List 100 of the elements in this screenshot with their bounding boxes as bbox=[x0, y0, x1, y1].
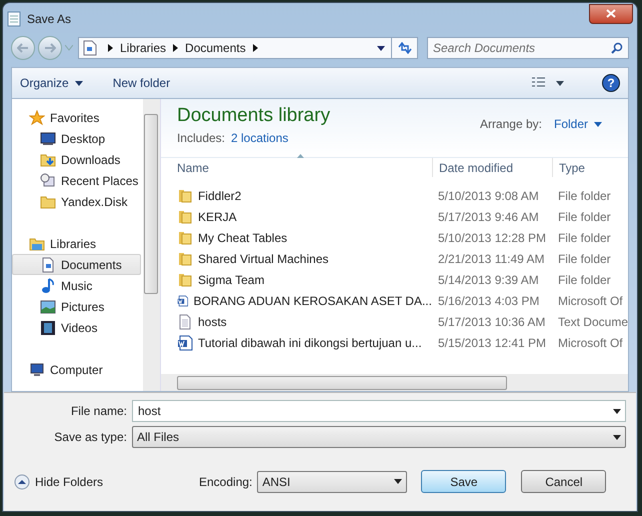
file-type: Microsoft Of bbox=[556, 334, 623, 352]
file-name[interactable]: My Cheat Tables bbox=[198, 228, 288, 246]
nav-item[interactable]: Recent Places bbox=[12, 170, 143, 191]
file-name[interactable]: hosts bbox=[198, 312, 227, 330]
breadcrumb-arrow-icon[interactable] bbox=[252, 44, 258, 52]
scrollbar[interactable] bbox=[142, 99, 160, 391]
includes-label: Includes: bbox=[176, 130, 225, 147]
date-modified: 5/15/2013 12:41 PM bbox=[436, 334, 548, 352]
word-document-icon bbox=[176, 292, 188, 308]
hide-folders-button[interactable]: Hide Folders bbox=[14, 472, 199, 490]
folder-icon bbox=[40, 194, 56, 210]
folder-icon bbox=[176, 188, 193, 204]
document-icon bbox=[83, 40, 97, 56]
back-arrow-icon bbox=[17, 43, 29, 53]
file-name[interactable]: Sigma Team bbox=[198, 270, 264, 288]
landscape-picture-icon bbox=[40, 298, 56, 314]
text-file-icon bbox=[176, 314, 193, 330]
nav-item[interactable]: Yandex.Disk bbox=[12, 191, 143, 212]
date-modified: 5/10/2013 12:28 PM bbox=[436, 230, 548, 246]
monitor-icon bbox=[40, 130, 56, 146]
locations-link[interactable]: 2 locations bbox=[231, 129, 288, 147]
folder-icon bbox=[176, 208, 193, 224]
file-type: File folder bbox=[556, 208, 611, 226]
file-name-label: File name: bbox=[70, 403, 128, 420]
nav-item[interactable]: Desktop bbox=[12, 128, 143, 149]
column-header[interactable]: Type bbox=[552, 158, 628, 177]
arrange-by-dropdown[interactable]: Folder bbox=[554, 115, 602, 133]
file-type: File folder bbox=[556, 250, 611, 268]
file-type: Microsoft Of bbox=[556, 292, 623, 310]
date-modified: 5/16/2013 4:03 PM bbox=[436, 292, 540, 310]
computer-icon bbox=[29, 362, 45, 378]
file-type: Text Docume bbox=[556, 314, 628, 330]
dropdown-caret-icon[interactable] bbox=[613, 409, 621, 414]
new-folder-button[interactable]: New folder bbox=[112, 74, 170, 92]
nav-section-header[interactable]: Favorites bbox=[12, 107, 143, 128]
star-icon bbox=[29, 110, 45, 126]
address-bar[interactable]: Libraries Documents bbox=[78, 37, 418, 59]
forward-arrow-icon bbox=[44, 43, 56, 53]
sort-arrow-icon bbox=[296, 154, 304, 158]
nav-section-header[interactable]: Libraries bbox=[12, 233, 143, 254]
file-name[interactable]: KERJA bbox=[198, 208, 237, 226]
help-button[interactable]: ? bbox=[602, 74, 620, 92]
save-as-type-dropdown[interactable]: All Files bbox=[132, 426, 626, 448]
encoding-dropdown[interactable]: ANSI bbox=[257, 470, 408, 492]
organize-menu[interactable]: Organize bbox=[20, 74, 83, 92]
folder-icon bbox=[176, 250, 193, 266]
library-title: Documents library bbox=[176, 104, 332, 128]
cancel-button[interactable]: Cancel bbox=[521, 470, 606, 493]
notepad-icon bbox=[7, 10, 21, 26]
library-folder-icon bbox=[29, 236, 45, 252]
folder-icon bbox=[176, 272, 193, 288]
nav-item[interactable]: Documents bbox=[12, 254, 141, 275]
dropdown-caret-icon bbox=[74, 80, 83, 86]
nav-item[interactable]: Music bbox=[12, 275, 143, 296]
column-header[interactable]: Date modified bbox=[432, 158, 552, 177]
search-field[interactable]: Search Documents bbox=[427, 37, 629, 59]
column-header[interactable]: Name bbox=[160, 158, 432, 177]
file-name-field[interactable]: host bbox=[132, 400, 626, 422]
breadcrumb-arrow-icon[interactable] bbox=[173, 44, 178, 52]
file-name[interactable]: BORANG ADUAN KEROSAKAN ASET DA... bbox=[193, 292, 432, 310]
refresh-icon[interactable] bbox=[398, 42, 412, 54]
nav-item[interactable]: Pictures bbox=[12, 296, 143, 317]
date-modified: 5/17/2013 9:46 AM bbox=[436, 208, 540, 226]
encoding-label: Encoding: bbox=[199, 474, 254, 490]
nav-item[interactable]: Downloads bbox=[12, 149, 143, 170]
breadcrumb-arrow-icon[interactable] bbox=[108, 44, 113, 52]
horizontal-scrollbar[interactable] bbox=[160, 374, 628, 391]
collapse-icon bbox=[14, 474, 30, 490]
save-as-type-label: Save as type: bbox=[53, 429, 128, 446]
file-name[interactable]: Shared Virtual Machines bbox=[198, 250, 328, 268]
file-type: File folder bbox=[556, 272, 611, 288]
date-modified: 5/17/2013 10:36 AM bbox=[436, 314, 546, 330]
close-icon bbox=[606, 9, 616, 18]
music-note-icon bbox=[40, 278, 56, 294]
window-title: Save As bbox=[27, 10, 72, 28]
arrange-by-label: Arrange by: bbox=[480, 116, 542, 133]
film-icon bbox=[40, 320, 56, 336]
document-icon bbox=[40, 256, 56, 272]
file-name[interactable]: Fiddler2 bbox=[198, 186, 242, 204]
dropdown-caret-icon bbox=[594, 122, 602, 126]
date-modified: 5/14/2013 9:39 AM bbox=[436, 272, 540, 288]
folder-icon bbox=[176, 230, 193, 246]
date-modified: 2/21/2013 11:49 AM bbox=[436, 250, 546, 268]
nav-section-header[interactable]: Computer bbox=[12, 359, 143, 380]
nav-item[interactable]: Videos bbox=[12, 317, 143, 338]
file-name[interactable]: Tutorial dibawah ini dikongsi bertujuan u... bbox=[198, 334, 422, 352]
breadcrumb[interactable]: Libraries bbox=[120, 39, 166, 57]
view-options-icon[interactable] bbox=[532, 77, 564, 89]
word-document-icon bbox=[176, 334, 193, 350]
download-folder-icon bbox=[40, 152, 56, 168]
close-button[interactable] bbox=[589, 4, 633, 24]
save-button[interactable]: Save bbox=[421, 470, 506, 493]
dropdown-caret-icon bbox=[613, 434, 621, 440]
search-icon bbox=[611, 42, 623, 54]
breadcrumb[interactable]: Documents bbox=[185, 39, 246, 57]
date-modified: 5/10/2013 9:08 AM bbox=[436, 188, 540, 204]
dropdown-caret-icon bbox=[394, 479, 402, 484]
file-type: File folder bbox=[556, 230, 611, 246]
file-type: File folder bbox=[556, 188, 611, 204]
dropdown-caret-icon[interactable] bbox=[377, 46, 385, 50]
